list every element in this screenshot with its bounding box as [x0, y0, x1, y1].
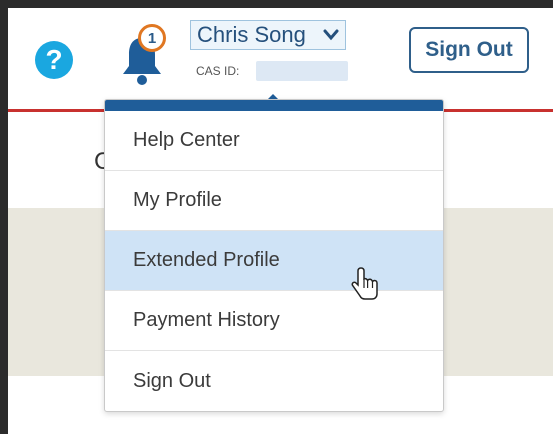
help-glyph: ?: [45, 44, 63, 75]
menu-item-sign-out[interactable]: Sign Out: [105, 351, 443, 411]
notifications-button[interactable]: 1: [118, 24, 178, 88]
user-name: Chris Song: [197, 22, 306, 47]
sign-out-button[interactable]: Sign Out: [409, 27, 529, 73]
cas-id-label: CAS ID:: [196, 64, 240, 78]
menu-item-extended-profile[interactable]: Extended Profile: [105, 231, 443, 291]
hand-pointer-icon: [351, 267, 378, 300]
question-icon[interactable]: ?: [35, 41, 73, 79]
chevron-down-icon: [323, 29, 339, 41]
menu-item-my-profile[interactable]: My Profile: [105, 171, 443, 231]
app-frame: C ? 1 Chris Song CAS ID: Sign Out Help C…: [8, 8, 553, 434]
menu-item-payment-history[interactable]: Payment History: [105, 291, 443, 351]
notification-count-badge: 1: [138, 24, 166, 52]
user-dropdown-menu: Help Center My Profile Extended Profile …: [104, 99, 444, 412]
menu-item-help-center[interactable]: Help Center: [105, 111, 443, 171]
dropdown-topbar: [105, 100, 443, 111]
cas-id-value-redacted: [256, 61, 348, 81]
user-menu-select[interactable]: Chris Song: [190, 20, 346, 50]
